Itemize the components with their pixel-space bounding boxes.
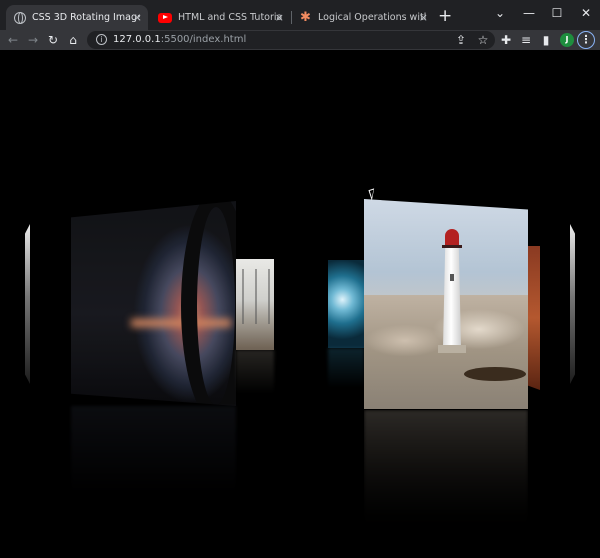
lighthouse-window: [450, 274, 454, 281]
lighthouse-body: [443, 248, 461, 348]
tab-html-css-tutorial[interactable]: HTML and CSS Tutorial for beg ×: [150, 5, 290, 30]
close-tab-icon[interactable]: ×: [133, 11, 142, 24]
close-tab-icon[interactable]: ×: [419, 11, 428, 24]
back-button[interactable]: ←: [5, 32, 21, 48]
profile-avatar[interactable]: J: [560, 33, 574, 47]
asterisk-icon: ✱: [300, 9, 311, 25]
maximize-button[interactable]: ☐: [549, 6, 565, 20]
lighthouse-tower: [438, 229, 466, 353]
gallery-image-foggy-forest: [236, 259, 274, 350]
gallery-reflection: [328, 348, 364, 388]
gallery-reflection: [364, 410, 528, 530]
bookmark-star-icon[interactable]: ☆: [475, 32, 491, 48]
extensions-icon[interactable]: ✚: [498, 32, 514, 48]
forest-trees: [236, 269, 274, 324]
lens-frame: [181, 201, 236, 406]
close-window-button[interactable]: ✕: [578, 6, 594, 20]
lighthouse-gallery: [442, 245, 462, 248]
gallery-image-lighthouse: [364, 199, 528, 409]
youtube-icon: [158, 12, 172, 23]
gallery-image-ice-aerial: [328, 260, 364, 348]
gallery-stage: [0, 50, 600, 558]
lighthouse-base: [438, 345, 466, 353]
gallery-reflection: [236, 350, 274, 394]
browser-toolbar: ← → ↻ ⌂ i 127.0.0.1:5500/index.html ⇪ ☆ …: [0, 30, 600, 50]
gallery-image-rust-texture: [528, 246, 540, 390]
mouse-cursor-icon: [368, 188, 378, 201]
share-icon[interactable]: ⇪: [453, 32, 469, 48]
tide-pool: [464, 367, 526, 381]
gallery-reflection: [71, 406, 236, 496]
minimize-button[interactable]: —: [521, 6, 537, 20]
new-tab-button[interactable]: +: [438, 7, 452, 25]
forward-button[interactable]: →: [25, 32, 41, 48]
lighthouse-lantern: [445, 229, 459, 245]
globe-icon: [14, 11, 26, 24]
url-host: 127.0.0.1: [113, 34, 161, 45]
url-text[interactable]: 127.0.0.1:5500/index.html: [113, 34, 246, 46]
tab-label: HTML and CSS Tutorial for beg: [178, 12, 282, 23]
close-tab-icon[interactable]: ×: [275, 11, 284, 24]
gallery-image-edge-left: [25, 224, 30, 384]
tab-label: Logical Operations with CSS Va: [318, 12, 426, 23]
site-info-icon[interactable]: i: [96, 34, 107, 45]
side-panel-icon[interactable]: ▮: [538, 32, 554, 48]
reload-button[interactable]: ↻: [45, 32, 61, 48]
gallery-image-camera-lens-sunset: [71, 201, 236, 406]
tab-logical-operations[interactable]: ✱ Logical Operations with CSS Va ×: [292, 5, 434, 30]
tab-label: CSS 3D Rotating Image Gallery: [32, 12, 140, 23]
browser-menu-button[interactable]: ⋮: [577, 31, 595, 49]
gallery-image-edge-right: [570, 224, 575, 384]
address-bar[interactable]: i 127.0.0.1:5500/index.html ⇪ ☆: [87, 31, 495, 49]
tab-strip: CSS 3D Rotating Image Gallery × HTML and…: [0, 0, 600, 30]
home-button[interactable]: ⌂: [65, 32, 81, 48]
tab-css-3d-gallery[interactable]: CSS 3D Rotating Image Gallery ×: [6, 5, 148, 30]
tab-search-icon[interactable]: ⌄: [492, 6, 508, 20]
media-control-icon[interactable]: ≡: [518, 32, 534, 48]
url-path: :5500/index.html: [160, 34, 247, 45]
